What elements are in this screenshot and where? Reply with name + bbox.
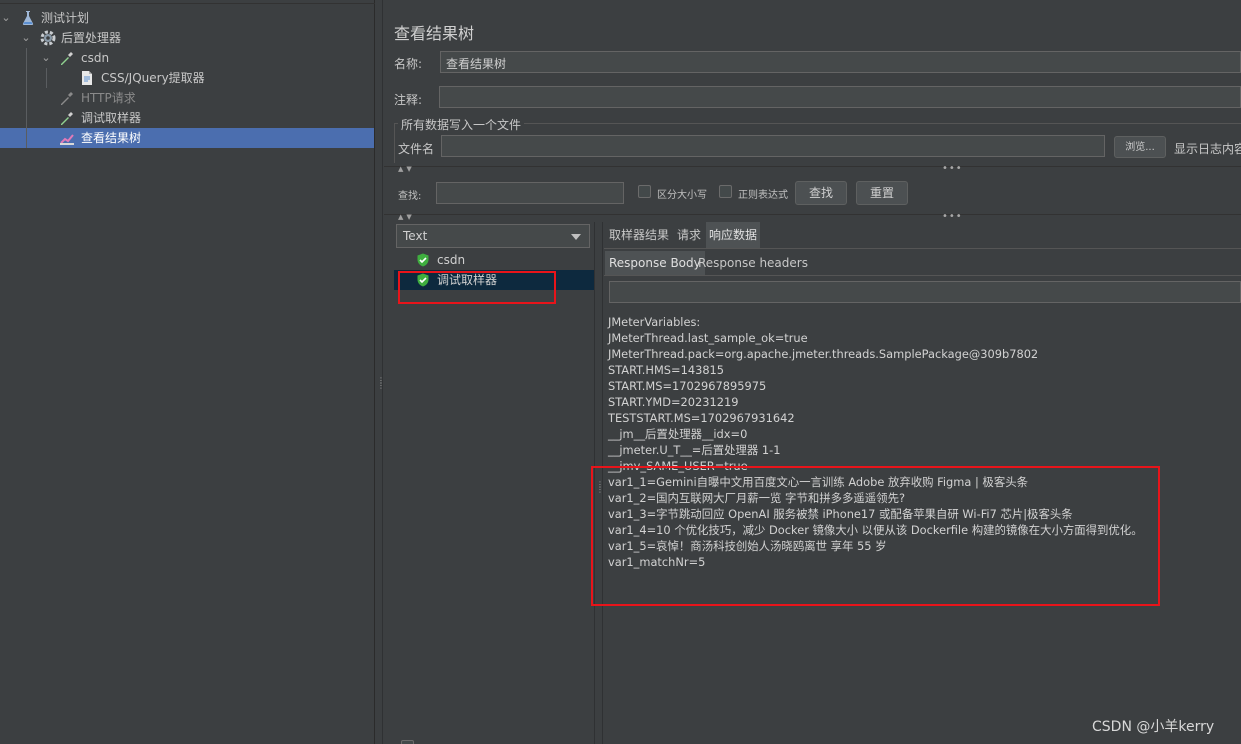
tree-item-http-request[interactable]: HTTP请求 <box>0 88 375 108</box>
collapse-divider[interactable]: ▲▼ ••• <box>384 211 1241 222</box>
browse-button[interactable]: 浏览... <box>1114 136 1166 158</box>
document-icon <box>82 71 92 85</box>
chevron-down-icon[interactable]: ⌄ <box>40 50 52 66</box>
collapse-arrows-icon[interactable]: ▲▼ <box>398 165 415 173</box>
collapse-arrows-icon[interactable]: ▲▼ <box>398 213 415 221</box>
tree-item-csdn[interactable]: ⌄ csdn <box>0 48 375 68</box>
bottom-checkbox[interactable] <box>401 740 414 744</box>
chart-icon <box>60 134 74 145</box>
response-line: JMeterThread.pack=org.apache.jmeter.thre… <box>608 347 1039 361</box>
file-group-title: 所有数据写入一个文件 <box>398 116 525 133</box>
tab-response-data[interactable]: 响应数据 <box>706 222 761 248</box>
tab-request[interactable]: 请求 <box>674 222 704 248</box>
response-line: JMeterVariables: <box>608 315 701 329</box>
name-label: 名称: <box>394 57 423 71</box>
response-line: __jmeter.U_T__=后置处理器 1-1 <box>608 443 781 457</box>
reset-button[interactable]: 重置 <box>856 181 908 205</box>
tree-item-label: 查看结果树 <box>81 131 142 145</box>
chevron-down-icon[interactable]: ⌄ <box>0 10 12 26</box>
tree-item-label: 测试计划 <box>41 11 90 25</box>
regex-label: 正则表达式 <box>738 190 788 201</box>
flask-icon <box>22 11 34 25</box>
tree-top-border <box>0 0 375 4</box>
watermark: CSDN @小羊kerry <box>1092 719 1215 735</box>
response-line: TESTSTART.MS=1702967931642 <box>608 411 795 425</box>
tree-item-test-plan[interactable]: ⌄ 测试计划 <box>0 8 375 28</box>
pipette-icon <box>61 52 73 65</box>
response-search-input[interactable] <box>609 281 1241 303</box>
tree-item-post-processor[interactable]: ⌄ 后置处理器 <box>0 28 375 48</box>
tab-underline <box>604 248 1241 249</box>
highlight-box <box>398 271 556 304</box>
comment-field[interactable] <box>439 86 1241 108</box>
response-line: START.YMD=20231219 <box>608 395 739 409</box>
result-details-panel: 取样器结果 请求 响应数据 Response Body Response hea… <box>591 222 1241 744</box>
result-item-label: csdn <box>437 253 466 267</box>
divider-grip-icon: ••• <box>942 163 963 174</box>
tree-item-view-results-tree[interactable]: 查看结果树 <box>0 128 375 148</box>
tree-item-css-extractor[interactable]: CSS/JQuery提取器 <box>0 68 375 88</box>
gear-icon <box>40 30 56 46</box>
tree-item-debug-sampler[interactable]: 调试取样器 <box>0 108 375 128</box>
result-list-panel: Text csdn 调试取样器 <box>394 222 594 744</box>
case-sensitive-label: 区分大小写 <box>657 190 707 201</box>
renderer-select[interactable]: Text <box>396 224 590 248</box>
chevron-down-icon <box>571 234 581 240</box>
pipette-icon <box>61 92 73 105</box>
renderer-select-value: Text <box>403 229 428 243</box>
log-content-label: 显示日志内容 <box>1174 142 1241 156</box>
name-field-value: 查看结果树 <box>446 57 507 71</box>
chevron-down-icon[interactable]: ⌄ <box>20 30 32 46</box>
tab-response-body[interactable]: Response Body <box>605 251 705 275</box>
vertical-splitter[interactable]: ⋮ ⋮ <box>375 0 385 744</box>
tree-item-label: HTTP请求 <box>81 91 136 105</box>
response-line: JMeterThread.last_sample_ok=true <box>608 331 808 345</box>
tree-item-label: CSS/JQuery提取器 <box>101 71 205 85</box>
divider-grip-icon: ••• <box>942 211 963 222</box>
highlight-box <box>591 466 1160 606</box>
result-item-csdn[interactable]: csdn <box>394 250 594 270</box>
case-sensitive-checkbox[interactable] <box>638 185 651 198</box>
tree-item-label: 调试取样器 <box>81 111 142 125</box>
filename-field[interactable] <box>441 135 1105 157</box>
response-line: __jm__后置处理器__idx=0 <box>608 427 748 441</box>
splitter-grip-icon: ⋮ ⋮ <box>377 376 385 390</box>
tree-item-label: 后置处理器 <box>61 31 122 45</box>
collapse-divider[interactable]: ▲▼ ••• <box>384 163 1241 174</box>
comment-label: 注释: <box>394 93 423 107</box>
tree-item-label: csdn <box>81 51 110 65</box>
search-label: 查找: <box>398 191 422 202</box>
view-results-tree-panel: 查看结果树 名称: 查看结果树 注释: 所有数据写入一个文件 文件名 浏览...… <box>384 0 1241 744</box>
regex-checkbox[interactable] <box>719 185 732 198</box>
tab-response-headers[interactable]: Response headers <box>694 251 812 275</box>
success-shield-icon <box>417 253 429 267</box>
name-field[interactable]: 查看结果树 <box>440 51 1241 73</box>
find-button[interactable]: 查找 <box>795 181 847 205</box>
response-line: START.HMS=143815 <box>608 363 725 377</box>
pipette-icon <box>61 112 73 125</box>
tab-sampler-result[interactable]: 取样器结果 <box>606 222 672 248</box>
search-input[interactable] <box>436 182 624 204</box>
test-plan-tree[interactable]: ⌄ 测试计划 ⌄ 后置处理器 ⌄ csdn CSS/JQuery提取器 HTTP… <box>0 0 375 744</box>
subtab-underline <box>604 275 1241 276</box>
panel-title: 查看结果树 <box>394 24 475 43</box>
response-line: START.MS=1702967895975 <box>608 379 767 393</box>
filename-label: 文件名 <box>398 142 435 156</box>
